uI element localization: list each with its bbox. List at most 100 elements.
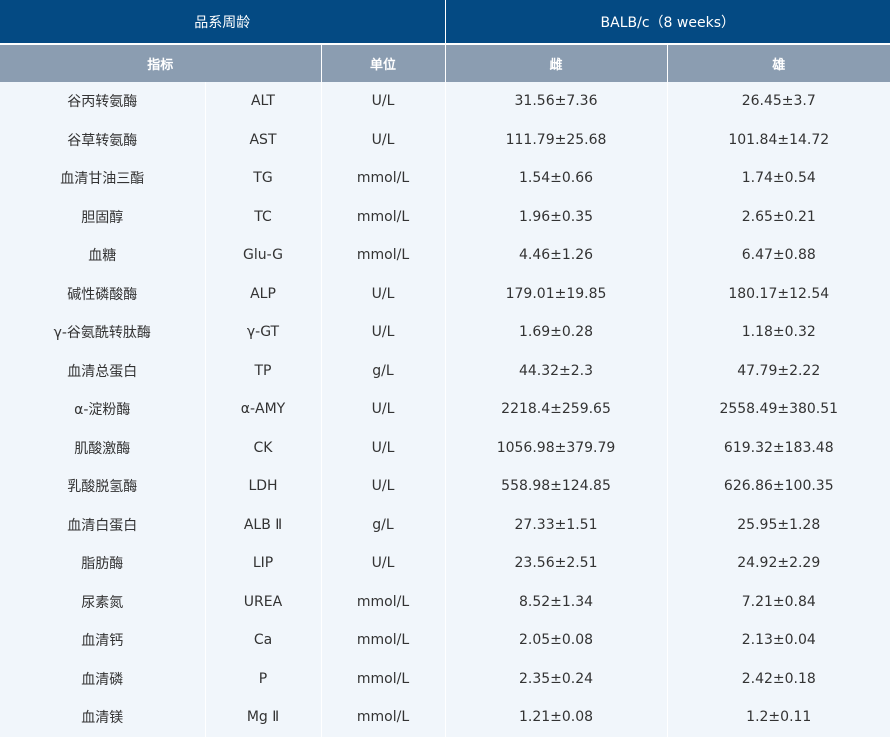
indicator-abbr: ALP	[205, 274, 322, 313]
table-row: 血糖 Glu-G mmol/L 4.46±1.26 6.47±0.88	[0, 236, 890, 275]
female-value: 8.52±1.34	[445, 582, 668, 621]
indicator-abbr: ALB Ⅱ	[205, 505, 322, 544]
table-row: 血清钙 Ca mmol/L 2.05±0.08 2.13±0.04	[0, 621, 890, 660]
indicator-abbr: P	[205, 659, 322, 698]
unit-cell: U/L	[321, 120, 446, 159]
indicator-name: 血清磷	[0, 659, 206, 698]
unit-cell: mmol/L	[321, 582, 446, 621]
indicator-name: 肌酸激酶	[0, 428, 206, 467]
female-value: 2218.4±259.65	[445, 390, 668, 429]
unit-cell: g/L	[321, 351, 446, 390]
indicator-abbr: UREA	[205, 582, 322, 621]
indicator-abbr: LDH	[205, 467, 322, 506]
female-value: 4.46±1.26	[445, 236, 668, 275]
male-value: 6.47±0.88	[667, 236, 890, 275]
male-value: 2558.49±380.51	[667, 390, 890, 429]
indicator-name: 血清镁	[0, 698, 206, 737]
female-value: 31.56±7.36	[445, 82, 668, 121]
header-row-strain: 品系周龄 BALB/c（8 weeks）	[0, 0, 890, 45]
table-row: 谷草转氨酶 AST U/L 111.79±25.68 101.84±14.72	[0, 120, 890, 159]
indicator-abbr: γ-GT	[205, 313, 322, 352]
male-value: 1.2±0.11	[667, 698, 890, 737]
indicator-abbr: ALT	[205, 82, 322, 121]
indicator-abbr: Ca	[205, 621, 322, 660]
indicator-abbr: TC	[205, 197, 322, 236]
unit-cell: mmol/L	[321, 698, 446, 737]
male-value: 1.18±0.32	[667, 313, 890, 352]
table-row: 血清镁 Mg Ⅱ mmol/L 1.21±0.08 1.2±0.11	[0, 698, 890, 737]
indicator-name: 脂肪酶	[0, 544, 206, 583]
female-value: 558.98±124.85	[445, 467, 668, 506]
male-value: 2.65±0.21	[667, 197, 890, 236]
unit-cell: mmol/L	[321, 659, 446, 698]
female-column-header: 雌	[445, 44, 668, 82]
table-row: γ-谷氨酰转肽酶 γ-GT U/L 1.69±0.28 1.18±0.32	[0, 313, 890, 352]
table-row: 碱性磷酸酶 ALP U/L 179.01±19.85 180.17±12.54	[0, 274, 890, 313]
female-value: 1.69±0.28	[445, 313, 668, 352]
indicator-abbr: Mg Ⅱ	[205, 698, 322, 737]
indicator-name: γ-谷氨酰转肽酶	[0, 313, 206, 352]
indicator-name: 血糖	[0, 236, 206, 275]
male-value: 26.45±3.7	[667, 82, 890, 121]
strain-age-value: BALB/c（8 weeks）	[445, 0, 890, 45]
male-value: 25.95±1.28	[667, 505, 890, 544]
indicator-name: 谷草转氨酶	[0, 120, 206, 159]
male-value: 180.17±12.54	[667, 274, 890, 313]
female-value: 44.32±2.3	[445, 351, 668, 390]
table-row: 血清甘油三酯 TG mmol/L 1.54±0.66 1.74±0.54	[0, 159, 890, 198]
male-value: 7.21±0.84	[667, 582, 890, 621]
indicator-name: 血清总蛋白	[0, 351, 206, 390]
unit-cell: U/L	[321, 274, 446, 313]
male-value: 101.84±14.72	[667, 120, 890, 159]
unit-cell: U/L	[321, 428, 446, 467]
indicator-name: 谷丙转氨酶	[0, 82, 206, 121]
indicator-name: 血清白蛋白	[0, 505, 206, 544]
indicator-column-header: 指标	[0, 44, 322, 82]
indicator-name: 血清钙	[0, 621, 206, 660]
male-value: 619.32±183.48	[667, 428, 890, 467]
indicator-name: 尿素氮	[0, 582, 206, 621]
unit-cell: g/L	[321, 505, 446, 544]
indicator-name: 碱性磷酸酶	[0, 274, 206, 313]
female-value: 1.54±0.66	[445, 159, 668, 198]
indicator-abbr: TP	[205, 351, 322, 390]
male-value: 2.42±0.18	[667, 659, 890, 698]
male-value: 24.92±2.29	[667, 544, 890, 583]
unit-cell: mmol/L	[321, 621, 446, 660]
female-value: 27.33±1.51	[445, 505, 668, 544]
unit-cell: U/L	[321, 313, 446, 352]
indicator-name: 乳酸脱氢酶	[0, 467, 206, 506]
table-row: 乳酸脱氢酶 LDH U/L 558.98±124.85 626.86±100.3…	[0, 467, 890, 506]
female-value: 2.05±0.08	[445, 621, 668, 660]
female-value: 1056.98±379.79	[445, 428, 668, 467]
table-body: 谷丙转氨酶 ALT U/L 31.56±7.36 26.45±3.7 谷草转氨酶…	[0, 82, 890, 737]
table-row: 血清磷 P mmol/L 2.35±0.24 2.42±0.18	[0, 659, 890, 698]
table-row: 血清总蛋白 TP g/L 44.32±2.3 47.79±2.22	[0, 351, 890, 390]
indicator-abbr: LIP	[205, 544, 322, 583]
biochemistry-table: 品系周龄 BALB/c（8 weeks） 指标 单位 雌 雄 谷丙转氨酶 ALT…	[0, 0, 890, 737]
unit-cell: U/L	[321, 390, 446, 429]
table-row: 谷丙转氨酶 ALT U/L 31.56±7.36 26.45±3.7	[0, 82, 890, 121]
indicator-abbr: Glu-G	[205, 236, 322, 275]
male-value: 2.13±0.04	[667, 621, 890, 660]
unit-cell: U/L	[321, 544, 446, 583]
table-row: 尿素氮 UREA mmol/L 8.52±1.34 7.21±0.84	[0, 582, 890, 621]
unit-column-header: 单位	[321, 44, 446, 82]
indicator-abbr: α-AMY	[205, 390, 322, 429]
indicator-name: 血清甘油三酯	[0, 159, 206, 198]
unit-cell: mmol/L	[321, 197, 446, 236]
indicator-name: α-淀粉酶	[0, 390, 206, 429]
table-row: 肌酸激酶 CK U/L 1056.98±379.79 619.32±183.48	[0, 428, 890, 467]
table-row: 脂肪酶 LIP U/L 23.56±2.51 24.92±2.29	[0, 544, 890, 583]
unit-cell: mmol/L	[321, 159, 446, 198]
unit-cell: mmol/L	[321, 236, 446, 275]
table-row: 胆固醇 TC mmol/L 1.96±0.35 2.65±0.21	[0, 197, 890, 236]
male-column-header: 雄	[667, 44, 890, 82]
table-row: 血清白蛋白 ALB Ⅱ g/L 27.33±1.51 25.95±1.28	[0, 505, 890, 544]
header-row-columns: 指标 单位 雌 雄	[0, 44, 890, 82]
unit-cell: U/L	[321, 82, 446, 121]
strain-age-label: 品系周龄	[0, 0, 446, 45]
indicator-abbr: TG	[205, 159, 322, 198]
female-value: 1.96±0.35	[445, 197, 668, 236]
female-value: 1.21±0.08	[445, 698, 668, 737]
